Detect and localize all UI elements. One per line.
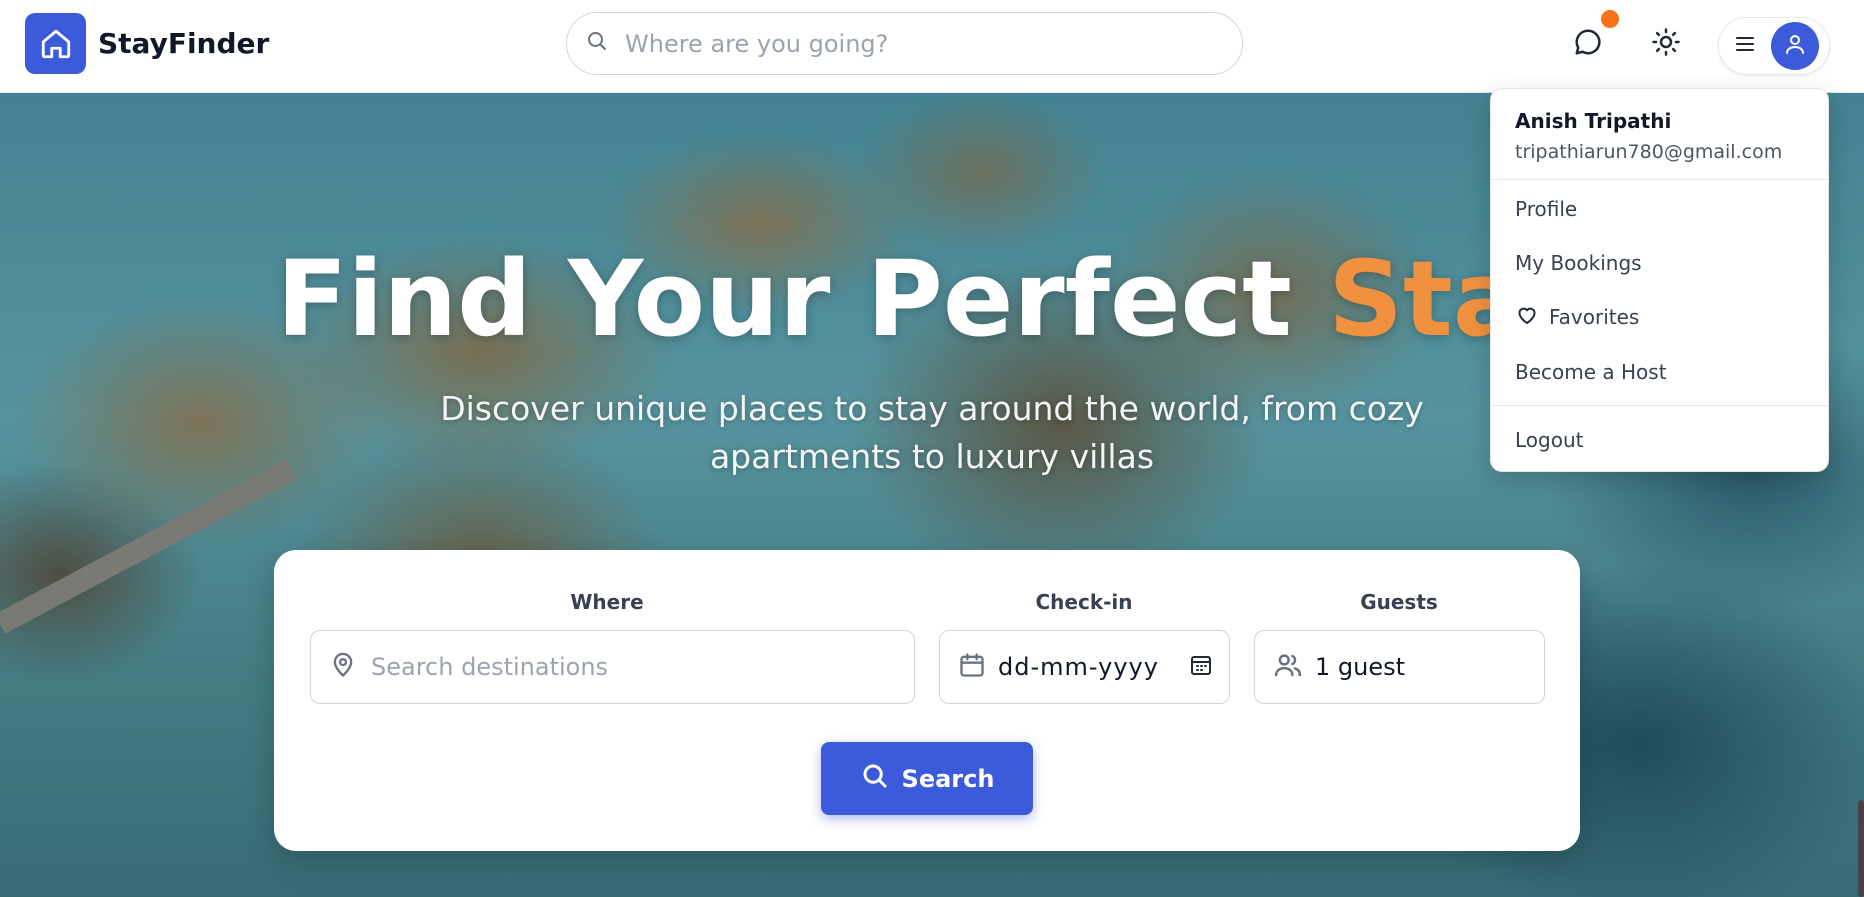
avatar	[1771, 22, 1819, 70]
search-icon	[860, 761, 890, 797]
user-dropdown-menu: Anish Tripathi tripathiarun780@gmail.com…	[1490, 88, 1829, 472]
menu-item-label: My Bookings	[1515, 251, 1642, 275]
heart-icon	[1515, 303, 1539, 332]
home-icon	[25, 13, 86, 74]
checkin-date-value: dd-mm-yyyy	[998, 653, 1159, 681]
where-field[interactable]	[310, 630, 915, 704]
hero-subtitle: Discover unique places to stay around th…	[432, 385, 1432, 481]
calendar-icon	[958, 651, 986, 684]
menu-item-label: Favorites	[1549, 305, 1640, 329]
hero-title-main: Find Your Perfect	[276, 238, 1292, 360]
divider	[1491, 405, 1828, 406]
header: StayFinder	[0, 0, 1864, 93]
guests-label: Guests	[1360, 590, 1438, 614]
where-input[interactable]	[371, 653, 911, 681]
scrollbar-thumb[interactable]	[1858, 800, 1864, 897]
brand-logo[interactable]: StayFinder	[25, 13, 269, 74]
checkin-label: Check-in	[1035, 590, 1133, 614]
menu-item-become-host[interactable]: Become a Host	[1515, 352, 1815, 392]
sun-icon	[1651, 27, 1681, 62]
search-card: Where Check-in dd-mm-yyyy Guests 1 guest	[274, 550, 1580, 851]
brand-name: StayFinder	[98, 27, 270, 60]
header-search[interactable]	[566, 12, 1243, 75]
where-label: Where	[570, 590, 644, 614]
menu-item-profile[interactable]: Profile	[1515, 189, 1815, 229]
menu-item-my-bookings[interactable]: My Bookings	[1515, 243, 1815, 283]
search-button[interactable]: Search	[821, 742, 1033, 815]
header-search-input[interactable]	[625, 29, 1185, 58]
divider	[1491, 179, 1828, 180]
user-menu-button[interactable]	[1718, 17, 1830, 75]
hero-subtitle-line-2: apartments to luxury villas	[709, 437, 1155, 476]
menu-item-label: Logout	[1515, 428, 1584, 452]
map-pin-icon	[329, 651, 357, 684]
notification-badge	[1601, 10, 1619, 28]
user-name: Anish Tripathi	[1515, 109, 1672, 133]
guests-value: 1 guest	[1315, 653, 1406, 681]
guests-field[interactable]: 1 guest	[1254, 630, 1545, 704]
menu-item-label: Become a Host	[1515, 360, 1667, 384]
menu-icon	[1733, 32, 1757, 61]
user-icon	[1783, 32, 1807, 61]
date-picker-icon[interactable]	[1189, 653, 1213, 682]
checkin-field[interactable]: dd-mm-yyyy	[939, 630, 1230, 704]
user-email: tripathiarun780@gmail.com	[1515, 141, 1783, 163]
menu-item-logout[interactable]: Logout	[1515, 420, 1815, 460]
hero-subtitle-line-1: Discover unique places to stay around th…	[440, 389, 1424, 428]
search-icon	[585, 29, 609, 58]
menu-item-favorites[interactable]: Favorites	[1515, 297, 1815, 337]
search-button-label: Search	[901, 764, 995, 793]
theme-toggle-button[interactable]	[1641, 19, 1691, 69]
users-icon	[1273, 650, 1303, 685]
menu-item-label: Profile	[1515, 197, 1578, 221]
chat-icon	[1573, 27, 1603, 62]
